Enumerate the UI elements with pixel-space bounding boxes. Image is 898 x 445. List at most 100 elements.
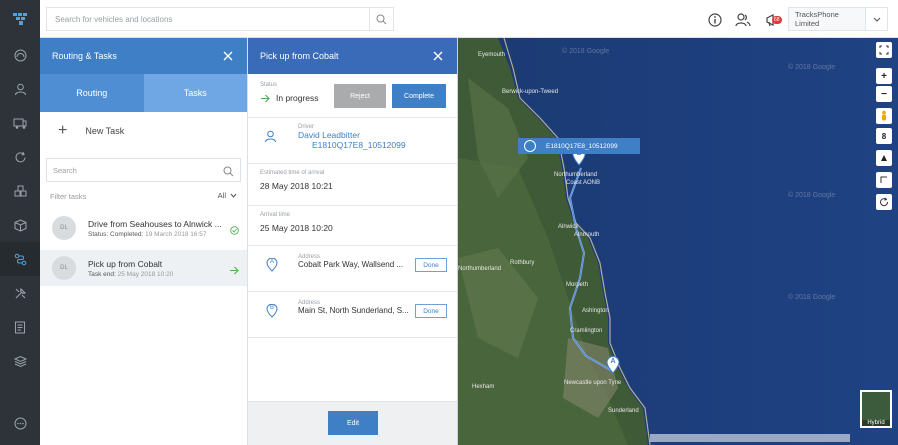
- map-place-label: Alnwick: [558, 224, 579, 230]
- tab-routing[interactable]: Routing: [40, 74, 144, 112]
- fullscreen-button[interactable]: [876, 42, 892, 58]
- map-type-hybrid-button[interactable]: Hybrid: [860, 390, 892, 428]
- refresh-map-button[interactable]: [876, 194, 892, 210]
- map-marker-a-label: A: [610, 358, 616, 365]
- task-list-item-selected[interactable]: DL Pick up from Cobalt Task end: 25 May …: [40, 250, 247, 286]
- north-button[interactable]: [876, 150, 892, 166]
- map-place-label: Ashington: [582, 308, 609, 314]
- vehicle-icon: [524, 140, 536, 152]
- nav-dashboard[interactable]: [0, 38, 40, 72]
- nav-vehicles[interactable]: [0, 106, 40, 140]
- map-watermark: © 2018 Google: [788, 64, 836, 71]
- nav-routing[interactable]: [0, 242, 40, 276]
- traffic-button[interactable]: 8: [876, 128, 892, 144]
- users-button[interactable]: [734, 11, 752, 29]
- complete-button[interactable]: Complete: [392, 84, 446, 108]
- task-status-label: Status: Completed:: [88, 230, 144, 238]
- map-place-label: Berwick-upon-Tweed: [502, 89, 559, 95]
- zoom-out-button[interactable]: −: [876, 86, 892, 102]
- task-detail-title: Pick up from Cobalt: [260, 51, 339, 61]
- triangle-up-icon: [881, 155, 887, 161]
- task-detail-header: Pick up from Cobalt: [248, 38, 457, 74]
- driver-section: Driver David Leadbitter E1810Q17E8_10512…: [248, 118, 457, 164]
- global-search: [46, 7, 394, 31]
- task-detail-panel: Pick up from Cobalt Status In progress R…: [248, 38, 458, 445]
- driver-icon: [264, 130, 277, 148]
- pin-a-icon: A: [266, 257, 278, 272]
- status-section: Status In progress Reject Complete: [248, 74, 457, 118]
- refresh-icon: [880, 197, 889, 207]
- top-icons: 68: [706, 10, 784, 30]
- chevron-down-icon: [230, 193, 237, 198]
- nav-drivers[interactable]: [0, 72, 40, 106]
- company-selector[interactable]: TracksPhone Limited: [788, 7, 866, 31]
- nav-reports[interactable]: [0, 310, 40, 344]
- tab-tasks[interactable]: Tasks: [143, 74, 247, 112]
- zoom-in-button[interactable]: +: [876, 68, 892, 84]
- nav-groups[interactable]: [0, 174, 40, 208]
- filter-dropdown[interactable]: All: [218, 191, 237, 200]
- minus-icon: −: [881, 88, 887, 100]
- eta-section: Estimated time of arrival 28 May 2018 10…: [248, 164, 457, 206]
- reject-button[interactable]: Reject: [334, 84, 386, 108]
- stack-icon: [13, 355, 27, 367]
- task-search-input[interactable]: [53, 165, 203, 175]
- measure-button[interactable]: [876, 172, 892, 188]
- left-navigation: [0, 38, 40, 445]
- map-place-label: Northumberland: [554, 172, 598, 178]
- vehicle-icon: [13, 118, 27, 129]
- nav-more[interactable]: [0, 406, 40, 440]
- done-button-b[interactable]: Done: [415, 304, 447, 318]
- pin-a-label: A: [269, 259, 274, 265]
- new-task-button[interactable]: + New Task: [40, 112, 247, 150]
- edit-button[interactable]: Edit: [328, 411, 378, 435]
- close-task-detail-button[interactable]: [429, 47, 447, 65]
- task-list-item[interactable]: DL Drive from Seahouses to Alnwick ... S…: [40, 210, 247, 246]
- info-icon: [708, 13, 722, 27]
- routing-tasks-panel: Routing & Tasks Routing Tasks + New Task…: [40, 38, 248, 445]
- arrival-section: Arrival time 25 May 2018 10:20: [248, 206, 457, 246]
- done-button-a[interactable]: Done: [415, 258, 447, 272]
- notifications-button[interactable]: 68: [762, 11, 784, 29]
- hybrid-label: Hybrid: [862, 420, 890, 426]
- map-marker-a[interactable]: A: [606, 356, 620, 374]
- eta-label: Estimated time of arrival: [260, 170, 325, 176]
- driver-vehicle-link[interactable]: E1810Q17E8_10512099: [312, 140, 457, 150]
- task-subtitle: Task end: 25 May 2018 10:20: [88, 271, 228, 278]
- check-circle-icon: [230, 226, 239, 235]
- search-button[interactable]: [369, 8, 393, 30]
- vehicle-label[interactable]: E1810Q17E8_10512099: [518, 138, 640, 154]
- nav-storage[interactable]: [0, 344, 40, 378]
- global-search-input[interactable]: [47, 8, 367, 30]
- nav-assets[interactable]: [0, 208, 40, 242]
- task-search-button[interactable]: [223, 164, 234, 182]
- search-icon: [376, 14, 387, 24]
- map-place-label: Hexham: [472, 384, 495, 390]
- close-routing-panel-button[interactable]: [219, 47, 237, 65]
- app-logo[interactable]: [0, 0, 40, 38]
- plus-icon: +: [881, 70, 887, 82]
- routing-tabs: Routing Tasks: [40, 74, 247, 112]
- map-place-label: Northumberland: [458, 266, 502, 272]
- map-place-label: Sunderland: [608, 408, 639, 414]
- nav-maintenance[interactable]: [0, 276, 40, 310]
- satellite-map[interactable]: [458, 38, 898, 445]
- map-view[interactable]: Eyemouth Berwick-upon-Tweed Northumberla…: [458, 38, 898, 445]
- address-section-b: B Address Main St, North Sunderland, S..…: [248, 292, 457, 338]
- info-button[interactable]: [706, 11, 724, 29]
- traffic-icon: 8: [881, 131, 887, 141]
- street-view-button[interactable]: [876, 108, 892, 124]
- task-subtitle: Status: Completed: 19 March 2018 16:57: [88, 231, 228, 238]
- search-icon: [223, 166, 234, 177]
- arrival-label: Arrival time: [260, 212, 291, 218]
- map-place-label: Alnmouth: [574, 232, 600, 238]
- box-icon: [14, 218, 26, 232]
- ruler-icon: [880, 176, 887, 183]
- map-place-label: Eyemouth: [478, 52, 506, 58]
- arrival-value: 25 May 2018 10:20: [260, 223, 333, 233]
- task-status-value: 19 March 2018 16:57: [145, 230, 207, 238]
- company-dropdown-button[interactable]: [866, 7, 888, 31]
- driver-name-link[interactable]: David Leadbitter: [298, 130, 457, 140]
- pegman-icon: [882, 110, 886, 121]
- nav-alerts[interactable]: [0, 140, 40, 174]
